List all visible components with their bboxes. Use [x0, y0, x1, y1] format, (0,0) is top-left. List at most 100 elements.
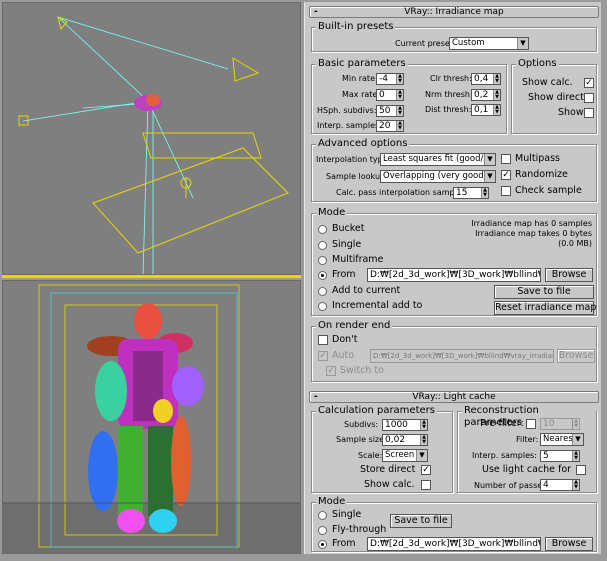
use-light-cache-checkbox[interactable] — [576, 465, 586, 475]
spinner-arrows-icon[interactable]: ▲ ▼ — [572, 451, 579, 461]
lc-file-path-text: D:₩[2d_3d_work]₩[3D_work]₩bllind₩ — [370, 539, 541, 549]
switch-to-checkbox[interactable]: ✓ — [326, 366, 336, 376]
spinner-arrows-icon[interactable]: ▲ ▼ — [572, 419, 579, 429]
dist-thresh-spinner[interactable]: 0,1 ▲ ▼ — [471, 104, 501, 116]
spinner-arrows-icon[interactable]: ▲ ▼ — [420, 435, 427, 445]
character-head-miniature — [134, 94, 162, 111]
interpolation-type-select[interactable]: Least squares fit (good/smooth▼ — [380, 153, 496, 166]
number-of-passes-spinner[interactable]: 4 ▲ ▼ — [540, 479, 580, 491]
prefilter-spinner[interactable]: 10 ▲ ▼ — [540, 418, 580, 430]
filter-label: Filter: — [516, 435, 539, 444]
auto-save-browse-button[interactable]: Browse — [557, 349, 595, 363]
interp-samples-spinner[interactable]: 20 ▲ ▼ — [376, 120, 404, 132]
irradiance-mode-group: Mode Irradiance map has 0 samples Irradi… — [311, 207, 597, 316]
auto-save-checkbox[interactable]: ✓ — [318, 351, 328, 361]
prefilter-checkbox[interactable] — [526, 419, 536, 429]
clr-thresh-spinner[interactable]: 0,4 ▲ ▼ — [471, 73, 501, 85]
scale-label: Scale: — [358, 451, 383, 460]
scale-value: Screen — [385, 450, 415, 460]
sample-size-spinner[interactable]: 0,02 ▲ ▼ — [382, 434, 428, 446]
max-rate-value: 0 — [379, 90, 385, 100]
multipass-label: Multipass — [515, 153, 560, 164]
sample-size-value: 0,02 — [385, 435, 406, 445]
nrm-thresh-value: 0,2 — [474, 90, 489, 100]
check-icon: ✓ — [585, 78, 593, 88]
collapse-sign: - — [314, 7, 318, 17]
lc-save-to-file-button[interactable]: Save to file — [390, 514, 452, 528]
reset-irradiance-map-button[interactable]: Reset irradiance map — [494, 301, 596, 315]
group-title: Calculation parameters — [316, 405, 437, 417]
irradiance-rollout-header[interactable]: - VRay:: Irradiance map — [309, 6, 599, 18]
switch-to-label: Switch to — [340, 365, 384, 376]
spinner-arrows-icon[interactable]: ▲ ▼ — [396, 90, 403, 100]
lc-mode-single-label: Single — [332, 509, 362, 520]
min-rate-spinner[interactable]: -4 ▲ ▼ — [376, 73, 404, 85]
sample-lookup-select[interactable]: Overlapping (very good/fast) ▼ — [380, 170, 496, 183]
basic-parameters-group: Basic parameters Min rate: -4 ▲ ▼ Max rate… — [311, 58, 507, 134]
clr-thresh-label: Clr thresh: — [430, 74, 472, 83]
lc-mode-from-radio[interactable] — [318, 540, 327, 549]
filter-select[interactable]: Nearest ▼ — [540, 433, 584, 446]
light-cache-rollout-header[interactable]: - VRay:: Light cache — [309, 391, 599, 403]
current-preset-select[interactable]: Custom ▼ — [449, 37, 529, 50]
min-rate-value: -4 — [379, 74, 388, 84]
current-preset-label: Current preset: — [395, 39, 456, 48]
spinner-arrows-icon[interactable]: ▲ ▼ — [572, 480, 579, 490]
multipass-checkbox[interactable] — [501, 154, 511, 164]
dont-delete-checkbox[interactable] — [318, 335, 328, 345]
scale-select[interactable]: Screen ▼ — [382, 449, 428, 462]
dist-thresh-value: 0,1 — [474, 105, 489, 115]
show-checkbox[interactable] — [584, 108, 594, 118]
subdivs-value: 1000 — [385, 420, 408, 430]
mode-bucket-radio[interactable] — [318, 225, 327, 234]
lc-mode-fly-through-label: Fly-through — [332, 524, 387, 535]
interpolation-type-value: Least squares fit (good/smooth — [383, 154, 495, 164]
store-direct-checkbox[interactable]: ✓ — [421, 465, 431, 475]
show-calc-checkbox[interactable]: ✓ — [584, 78, 594, 88]
calc-pass-samples-spinner[interactable]: 15 ▲ ▼ — [453, 187, 489, 199]
mode-from-radio[interactable] — [318, 271, 327, 280]
lc-mode-fly-through-radio[interactable] — [318, 526, 327, 535]
lc-file-path[interactable]: D:₩[2d_3d_work]₩[3D_work]₩bllind₩ — [367, 537, 541, 551]
lc-interp-samples-label: Interp. samples: — [472, 451, 537, 460]
subdivs-label: Subdivs: — [344, 420, 379, 429]
save-to-file-button[interactable]: Save to file — [494, 285, 594, 299]
spinner-arrows-icon[interactable]: ▲ ▼ — [481, 188, 488, 198]
mode-add-to-current-radio[interactable] — [318, 287, 327, 296]
sample-size-label: Sample size: — [336, 435, 387, 444]
show-direct-checkbox[interactable] — [584, 93, 594, 103]
auto-save-path[interactable]: D:₩[2d_3d_work]₩[3D_work]₩bllind₩vray_ir… — [370, 349, 554, 363]
mb-info: (0.0 MB) — [558, 239, 592, 248]
irradiance-file-path[interactable]: D:₩[2d_3d_work]₩[3D_work]₩bllind₩ — [367, 268, 541, 282]
mode-incremental-radio[interactable] — [318, 302, 327, 311]
spinner-arrows-icon[interactable]: ▲ ▼ — [396, 121, 403, 131]
lc-browse-button[interactable]: Browse — [545, 537, 593, 551]
light-cache-rollout-title: VRay:: Light cache — [412, 392, 496, 402]
spinner-arrows-icon[interactable]: ▲ ▼ — [493, 74, 500, 84]
mode-multiframe-radio[interactable] — [318, 256, 327, 265]
lc-show-calc-checkbox[interactable] — [421, 480, 431, 490]
mode-single-label: Single — [332, 239, 362, 250]
irradiance-browse-button[interactable]: Browse — [545, 268, 593, 282]
prefilter-value: 10 — [543, 419, 555, 429]
spinner-arrows-icon[interactable]: ▲ ▼ — [396, 106, 403, 116]
current-preset-value: Custom — [452, 38, 485, 48]
spinner-arrows-icon[interactable]: ▲ ▼ — [396, 74, 403, 84]
randomize-checkbox[interactable]: ✓ — [501, 170, 511, 180]
show-label: Show — [558, 107, 584, 118]
spinner-arrows-icon[interactable]: ▲ ▼ — [493, 105, 500, 115]
spinner-arrows-icon[interactable]: ▲ ▼ — [420, 420, 427, 430]
show-direct-label: Show direct — [528, 92, 584, 103]
check-sample-checkbox[interactable] — [501, 186, 511, 196]
max-rate-spinner[interactable]: 0 ▲ ▼ — [376, 89, 404, 101]
viewport-top[interactable] — [2, 2, 301, 275]
lc-show-calc-label: Show calc. — [364, 479, 415, 490]
viewport-bottom[interactable] — [2, 280, 301, 554]
spinner-arrows-icon[interactable]: ▲ ▼ — [493, 90, 500, 100]
hsph-subdivs-spinner[interactable]: 50 ▲ ▼ — [376, 105, 404, 117]
lc-mode-single-radio[interactable] — [318, 511, 327, 520]
subdivs-spinner[interactable]: 1000 ▲ ▼ — [382, 419, 428, 431]
lc-interp-samples-spinner[interactable]: 5 ▲ ▼ — [540, 450, 580, 462]
mode-single-radio[interactable] — [318, 241, 327, 250]
nrm-thresh-spinner[interactable]: 0,2 ▲ ▼ — [471, 89, 501, 101]
